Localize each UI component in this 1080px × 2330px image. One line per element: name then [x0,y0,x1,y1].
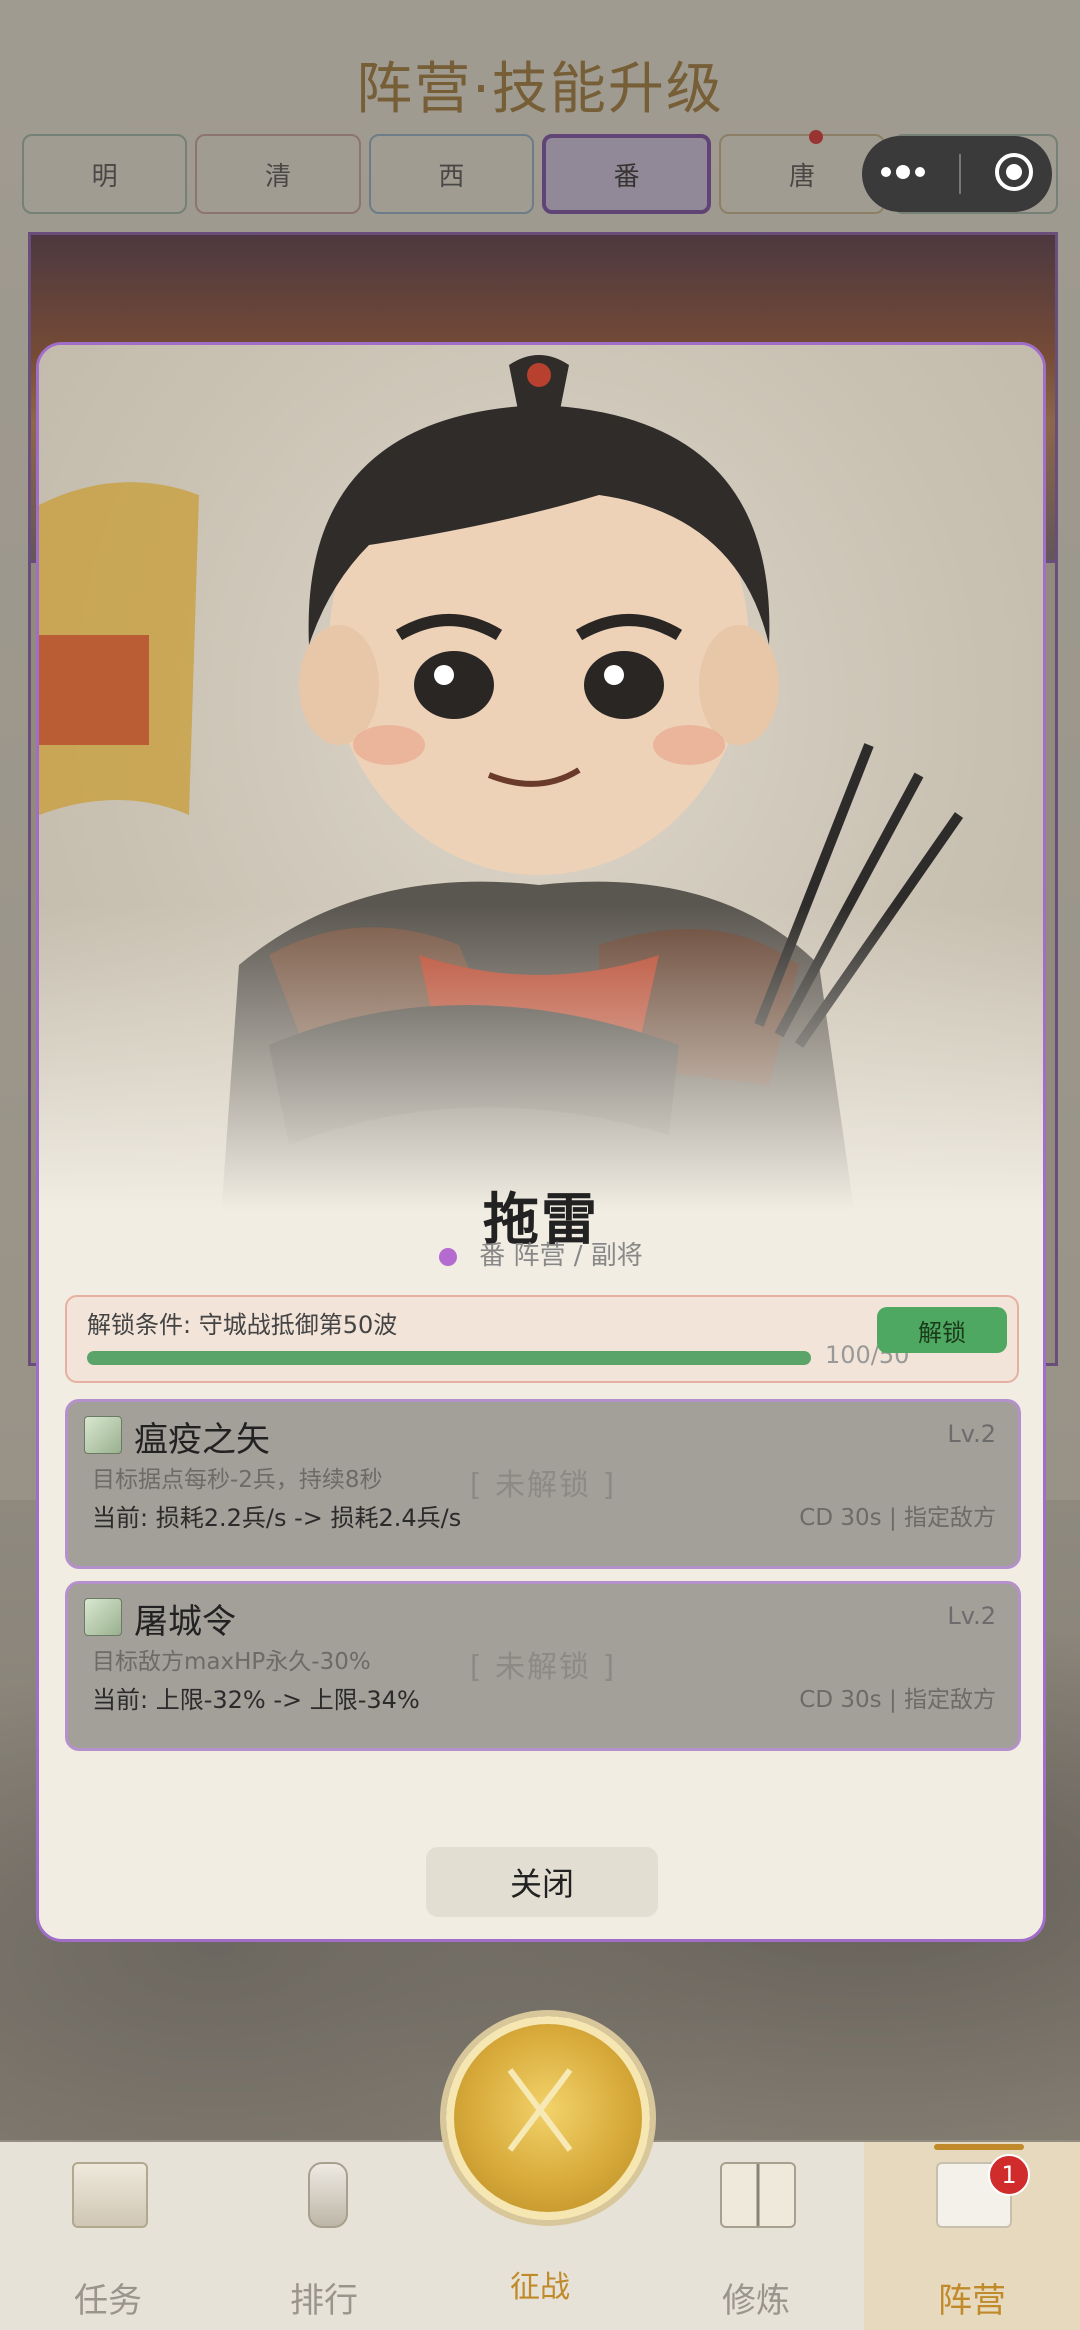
skill-cooldown: CD 30s | 指定敌方 [799,1687,996,1713]
unlock-progress-bar [87,1351,811,1365]
skill-name: 屠城令 [134,1602,236,1642]
close-button[interactable]: 关闭 [426,1847,658,1917]
mini-program-capsule [862,136,1052,212]
notification-badge: 1 [988,2154,1030,2196]
skill-card[interactable]: 屠城令 Lv.2 目标敌方maxHP永久-30% [ 未解锁 ] 当前: 上限-… [65,1581,1021,1751]
character-subinfo: 番 阵营 / 副将 [39,1235,1043,1272]
skill-icon [84,1598,122,1636]
skill-current-effect: 当前: 损耗2.2兵/s -> 损耗2.4兵/s [92,1504,462,1532]
scroll-icon [72,2162,148,2228]
close-miniprogram-icon[interactable] [992,150,1036,198]
more-icon[interactable] [878,162,928,186]
unlock-condition-text: 解锁条件: 守城战抵御第50波 [87,1311,398,1339]
nav-item-ranking[interactable]: 排行 [216,2142,432,2330]
skill-name: 瘟疫之矢 [134,1420,270,1460]
book-icon [720,2162,796,2228]
skill-card[interactable]: 瘟疫之矢 Lv.2 目标据点每秒-2兵，持续8秒 [ 未解锁 ] 当前: 损耗2… [65,1399,1021,1569]
faction-name: 番 [479,1241,506,1271]
faction-role: 阵营 / 副将 [513,1241,643,1271]
nav-item-training[interactable]: 修炼 [648,2142,864,2330]
nav-item-faction[interactable]: 1 阵营 [864,2142,1080,2330]
faction-color-dot [439,1247,458,1266]
unlock-button[interactable]: 解锁 [877,1307,1007,1353]
skill-current-effect: 当前: 上限-32% -> 上限-34% [92,1686,420,1714]
skill-level: Lv.2 [947,1602,996,1630]
nav-item-tasks[interactable]: 任务 [0,2142,216,2330]
skill-level: Lv.2 [947,1420,996,1448]
character-modal: 拖雷 番 阵营 / 副将 解锁条件: 守城战抵御第50波 100/50 解锁 瘟… [36,342,1046,1942]
crossed-swords-icon [507,2068,573,2152]
nav-label-campaign: 征战 [510,2270,570,2305]
character-portrait [39,345,1043,1245]
trophy-icon [308,2162,348,2228]
skill-icon [84,1416,122,1454]
skill-cooldown: CD 30s | 指定敌方 [799,1505,996,1531]
nav-item-campaign[interactable] [446,2016,650,2220]
unlock-condition-box: 解锁条件: 守城战抵御第50波 100/50 解锁 [65,1295,1019,1383]
